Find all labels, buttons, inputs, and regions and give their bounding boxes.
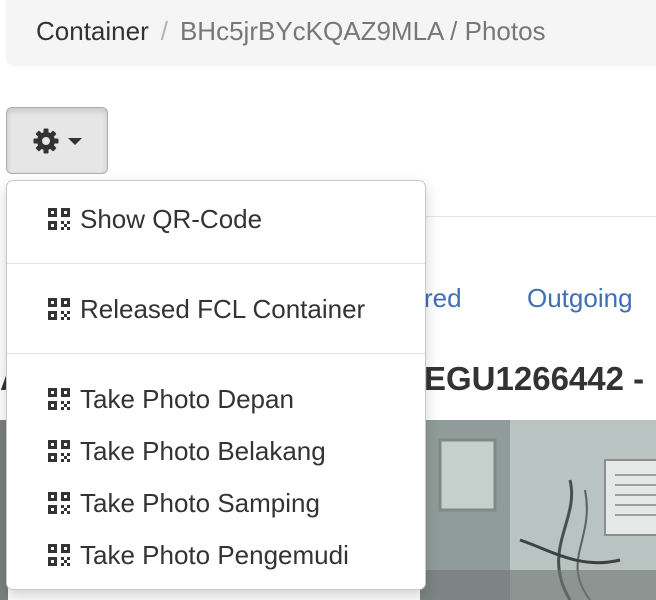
qrcode-icon [47,387,71,411]
menu-item-label: Take Photo Pengemudi [80,539,349,570]
qrcode-icon [47,543,71,567]
container-heading: EGU1266442 - [424,360,645,397]
breadcrumb-root-link[interactable]: Container [36,16,149,46]
breadcrumb: Container / BHc5jrBYcKQAZ9MLA / Photos [6,0,656,66]
menu-item-take-photo-samping[interactable]: Take Photo Samping [7,480,425,526]
settings-dropdown-menu: Show QR-Code Released FCL Container Take… [6,180,426,590]
photo-image [420,420,656,600]
tab-outgoing[interactable]: Outgoing [527,283,633,314]
menu-item-take-photo-pengemudi[interactable]: Take Photo Pengemudi [7,532,425,578]
breadcrumb-separator: / [160,16,168,46]
gear-icon [32,127,60,155]
menu-item-label: Take Photo Samping [80,487,320,518]
menu-item-take-photo-belakang[interactable]: Take Photo Belakang [7,428,425,474]
container-photo[interactable] [420,420,656,600]
menu-item-label: Take Photo Belakang [80,435,326,466]
menu-item-take-photo-depan[interactable]: Take Photo Depan [7,376,425,422]
tab-partial[interactable]: red [424,283,462,314]
divider [420,216,656,217]
menu-item-released-fcl-container[interactable]: Released FCL Container [7,286,425,332]
caret-down-icon [68,138,82,145]
qrcode-icon [47,297,71,321]
menu-item-show-qr-code[interactable]: Show QR-Code [7,196,425,242]
menu-divider [7,353,425,354]
menu-item-label: Show QR-Code [80,203,263,234]
settings-dropdown-button[interactable] [6,107,108,174]
breadcrumb-current: BHc5jrBYcKQAZ9MLA / Photos [179,16,546,46]
menu-divider [7,263,425,264]
qrcode-icon [47,207,71,231]
menu-item-label: Released FCL Container [80,293,366,324]
qrcode-icon [47,439,71,463]
menu-item-label: Take Photo Depan [80,383,294,414]
qrcode-icon [47,491,71,515]
